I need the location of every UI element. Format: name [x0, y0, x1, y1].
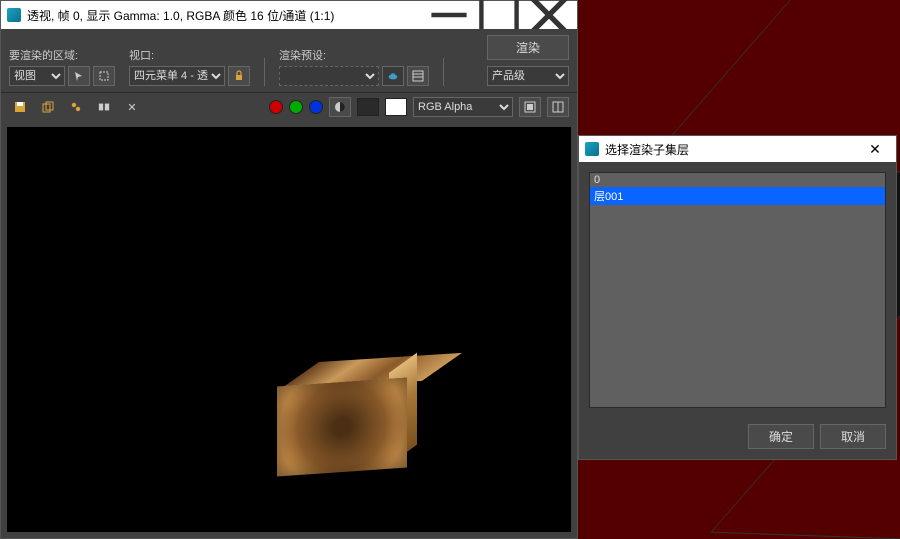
- rendered-box-front: [277, 377, 407, 476]
- viewport-select[interactable]: 四元菜单 4 - 透视: [129, 66, 225, 86]
- channel-select[interactable]: RGB Alpha: [413, 97, 513, 117]
- window-title: 透视, 帧 0, 显示 Gamma: 1.0, RGBA 颜色 16 位/通道 …: [27, 7, 421, 24]
- image-toolbar: ✕ RGB Alpha: [1, 92, 577, 121]
- list-item[interactable]: 0: [590, 173, 885, 187]
- region-select[interactable]: 视图: [9, 66, 65, 86]
- divider: [443, 58, 444, 86]
- save-icon[interactable]: [9, 97, 31, 117]
- preset-select[interactable]: [279, 66, 379, 86]
- render-button[interactable]: 渲染: [487, 35, 569, 60]
- render-frame-window: 透视, 帧 0, 显示 Gamma: 1.0, RGBA 颜色 16 位/通道 …: [0, 0, 578, 539]
- titlebar: 透视, 帧 0, 显示 Gamma: 1.0, RGBA 颜色 16 位/通道 …: [1, 1, 577, 29]
- split-toggle-icon[interactable]: [547, 97, 569, 117]
- dialog-title-text: 选择渲染子集层: [605, 141, 854, 158]
- alpha-icon[interactable]: [329, 97, 351, 117]
- region-label: 要渲染的区域:: [9, 47, 115, 63]
- overlay-toggle-icon[interactable]: [519, 97, 541, 117]
- preset-settings-icon[interactable]: [407, 66, 429, 86]
- preset-teapot-icon[interactable]: [382, 66, 404, 86]
- render-controls-row: 要渲染的区域: 视图 视口: 四元菜单 4 - 透视: [1, 29, 577, 92]
- cancel-button[interactable]: 取消: [820, 424, 886, 449]
- render-output-view[interactable]: [7, 127, 571, 532]
- clear-icon[interactable]: ✕: [121, 97, 143, 117]
- region-pick-icon[interactable]: [68, 66, 90, 86]
- ok-button[interactable]: 确定: [748, 424, 814, 449]
- select-layer-dialog: 选择渲染子集层 ✕ 0 层001 确定 取消: [578, 135, 897, 460]
- viewport-label: 视口:: [129, 47, 250, 63]
- divider: [264, 58, 265, 86]
- minimize-button[interactable]: [427, 1, 471, 29]
- layer-listbox[interactable]: 0 层001: [589, 172, 886, 408]
- channel-blue-dot[interactable]: [309, 100, 323, 114]
- lock-icon[interactable]: [228, 66, 250, 86]
- maximize-button[interactable]: [477, 1, 521, 29]
- region-crop-icon[interactable]: [93, 66, 115, 86]
- app-icon: [7, 8, 21, 22]
- dialog-close-button[interactable]: ✕: [860, 136, 890, 162]
- dialog-titlebar: 选择渲染子集层 ✕: [579, 136, 896, 162]
- compare-icon[interactable]: [93, 97, 115, 117]
- clone-icon[interactable]: [65, 97, 87, 117]
- channel-red-dot[interactable]: [269, 100, 283, 114]
- list-item[interactable]: 层001: [590, 187, 885, 205]
- close-button[interactable]: [527, 1, 571, 29]
- preset-label: 渲染预设:: [279, 47, 429, 63]
- swatch-light[interactable]: [385, 98, 407, 116]
- swatch-dark[interactable]: [357, 98, 379, 116]
- channel-green-dot[interactable]: [289, 100, 303, 114]
- output-select[interactable]: 产品级: [487, 66, 569, 86]
- copy-icon[interactable]: [37, 97, 59, 117]
- app-icon: [585, 142, 599, 156]
